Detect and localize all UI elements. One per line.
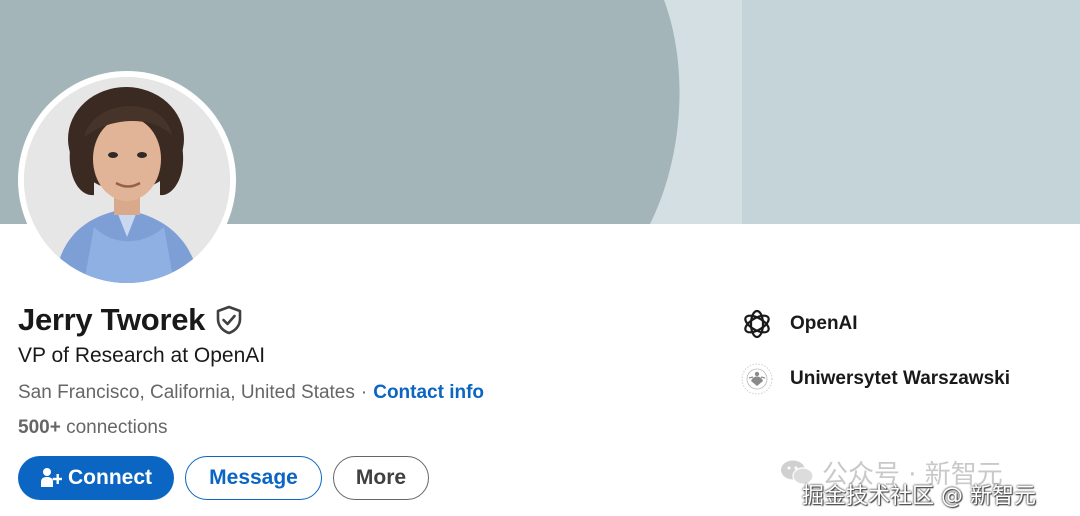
profile-location-row: San Francisco, California, United States… bbox=[18, 382, 484, 404]
profile-location: San Francisco, California, United States bbox=[18, 382, 355, 403]
connections-label: connections bbox=[66, 417, 168, 438]
connect-label: Connect bbox=[68, 466, 152, 489]
location-separator: · bbox=[360, 382, 368, 403]
connections-count: 500+ bbox=[18, 417, 61, 438]
message-button[interactable]: Message bbox=[185, 456, 322, 500]
org-item-university[interactable]: Uniwersytet Warszawski bbox=[740, 361, 1010, 397]
more-button[interactable]: More bbox=[333, 456, 429, 500]
openai-logo-icon bbox=[740, 307, 774, 341]
profile-headline: VP of Research at OpenAI bbox=[18, 344, 266, 367]
watermark-line-2: 掘金技术社区 @ 新智元 bbox=[802, 484, 1036, 509]
org-item-openai[interactable]: OpenAI bbox=[740, 306, 1010, 342]
profile-actions: Connect Message More bbox=[18, 456, 429, 500]
profile-organizations: OpenAI Uniwersytet Warszawski bbox=[740, 306, 1010, 416]
connections-count-row[interactable]: 500+ connections bbox=[18, 417, 167, 439]
add-person-icon bbox=[40, 467, 63, 489]
verified-shield-icon[interactable] bbox=[215, 305, 243, 335]
university-seal-icon bbox=[740, 362, 774, 396]
profile-name: Jerry Tworek bbox=[18, 302, 206, 337]
connect-button[interactable]: Connect bbox=[18, 456, 174, 500]
org-name: Uniwersytet Warszawski bbox=[790, 368, 1010, 389]
profile-avatar[interactable] bbox=[18, 71, 236, 289]
profile-name-row: Jerry Tworek bbox=[18, 302, 243, 338]
contact-info-link[interactable]: Contact info bbox=[373, 382, 484, 404]
org-name: OpenAI bbox=[790, 313, 858, 334]
avatar-photo bbox=[24, 77, 230, 283]
watermark-overlay: 公众号 · 新智元 掘金技术社区 @ 新智元 bbox=[780, 452, 1070, 512]
